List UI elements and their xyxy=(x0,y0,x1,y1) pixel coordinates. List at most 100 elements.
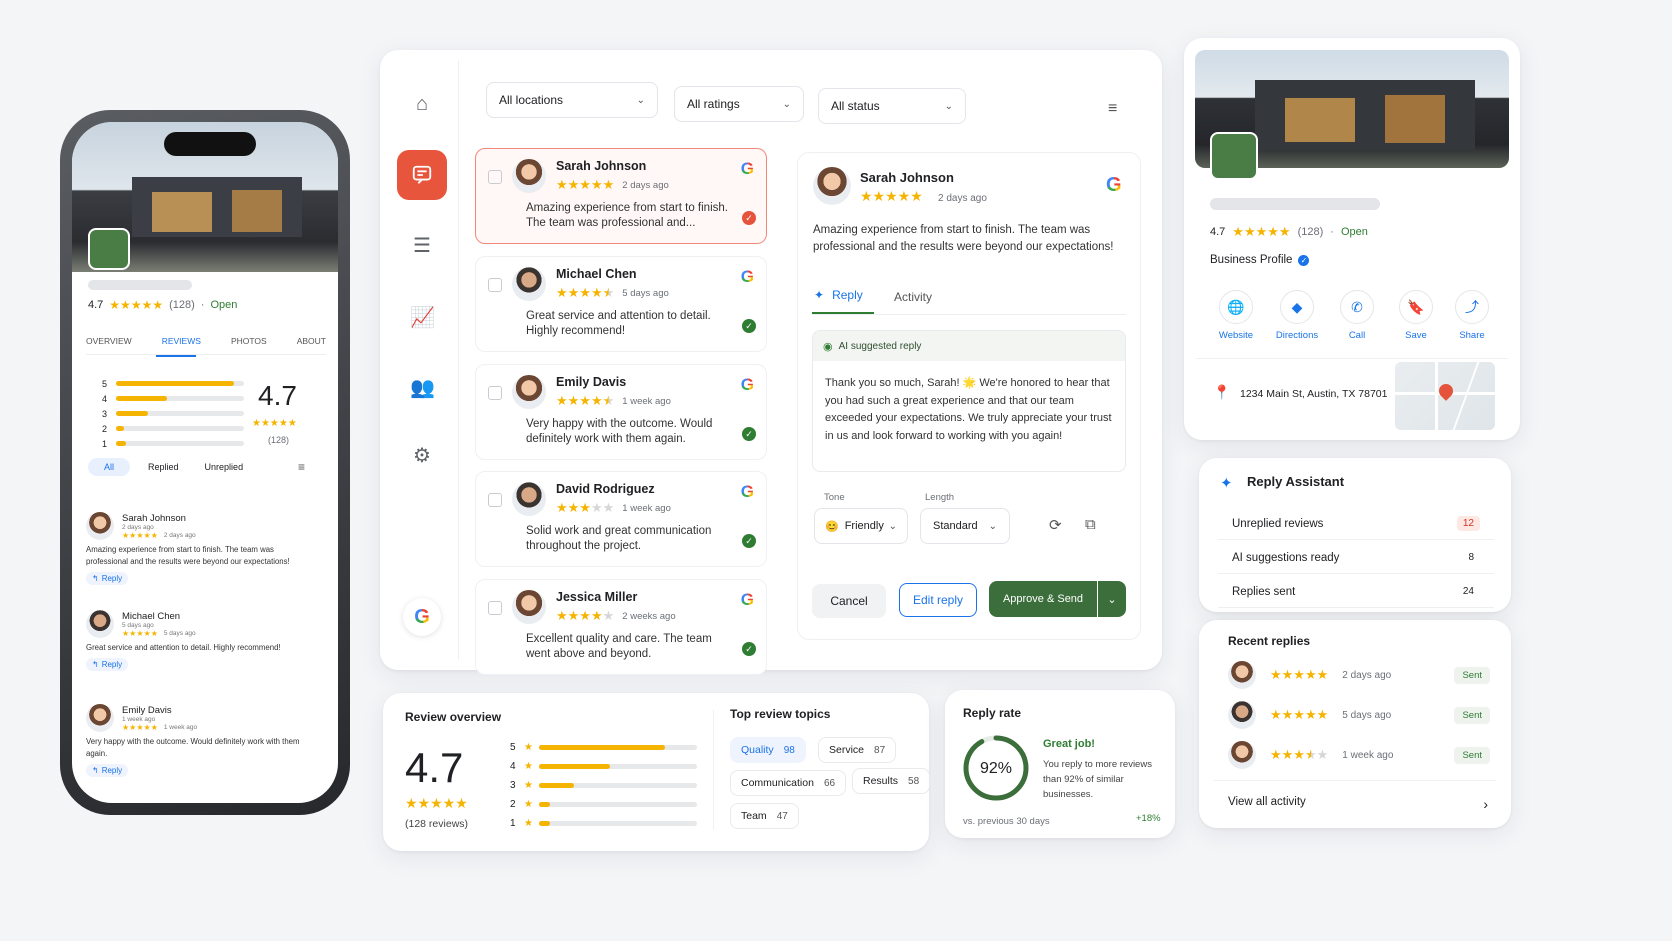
assistant-item-label: Unreplied reviews xyxy=(1232,517,1324,530)
locations-select[interactable]: All locations ⌄ xyxy=(486,82,658,118)
call-icon: ✆ xyxy=(1340,290,1374,324)
review-checkbox[interactable] xyxy=(488,170,502,184)
share-icon: ⤴ xyxy=(1455,290,1489,324)
topic-chip[interactable]: Communication 66 xyxy=(730,770,847,796)
chevron-down-icon: ⌄ xyxy=(888,520,897,532)
recent-reply-row[interactable]: ★★★★★ 1 week ago Sent xyxy=(1228,740,1490,770)
reply-rate-title: Reply rate xyxy=(963,706,1022,720)
view-all-label: View all activity xyxy=(1228,796,1306,808)
ai-suggestion-box: ◉ AI suggested reply Thank you so much, … xyxy=(812,330,1126,472)
review-checkbox[interactable] xyxy=(488,278,502,292)
phone-review-item[interactable]: Michael Chen 5 days ago ★★★★★ 5 days ago … xyxy=(86,610,310,671)
topic-chip[interactable]: Service 87 xyxy=(818,737,897,763)
approve-options-button[interactable]: ⌄ xyxy=(1098,581,1126,617)
directions-icon: ◆ xyxy=(1280,290,1314,324)
phone-tab-reviews[interactable]: REVIEWS xyxy=(162,336,201,346)
phone-reply-link[interactable]: ↰ Reply xyxy=(86,764,129,777)
google-icon: G xyxy=(740,590,754,609)
phone-tab-photos[interactable]: PHOTOS xyxy=(231,336,267,346)
action-website[interactable]: 🌐 Website xyxy=(1206,290,1266,341)
overview-count: (128 reviews) xyxy=(405,818,469,830)
approve-send-button[interactable]: Approve & Send xyxy=(989,581,1097,617)
filter-icon[interactable]: ≡ xyxy=(1108,100,1117,118)
ratings-value: All ratings xyxy=(687,97,740,111)
sidebar-divider xyxy=(458,60,459,660)
review-card[interactable]: Emily Davis ★★★★★ 1 week ago G Very happy… xyxy=(475,364,767,460)
review-stars: ★★★★★ xyxy=(556,177,615,192)
detail-tab-activity[interactable]: Activity xyxy=(894,290,932,304)
review-when: 5 days ago xyxy=(622,287,669,299)
phone-filter-replied[interactable]: Replied xyxy=(140,458,187,476)
action-share[interactable]: ⤴ Share xyxy=(1442,290,1502,341)
ratings-select[interactable]: All ratings ⌄ xyxy=(674,86,804,122)
status-select[interactable]: All status ⌄ xyxy=(818,88,966,124)
review-checkbox[interactable] xyxy=(488,601,502,615)
analytics-icon[interactable]: 📈 xyxy=(410,306,435,330)
google-icon: G xyxy=(740,375,754,394)
phone-filter-icon[interactable]: ≡ xyxy=(298,460,305,474)
settings-icon[interactable]: ⚙ xyxy=(410,444,434,468)
edit-reply-button[interactable]: Edit reply xyxy=(899,583,977,617)
phone-dist-row: 2 xyxy=(102,421,252,436)
star-icon: ★ xyxy=(524,761,533,772)
phone-filter-unreplied[interactable]: Unreplied xyxy=(197,458,252,476)
phone-reply-link[interactable]: ↰ Reply xyxy=(86,658,129,671)
length-select[interactable]: Standard ⌄ xyxy=(920,508,1010,544)
copy-icon[interactable]: ⧉ xyxy=(1085,516,1096,533)
action-directions[interactable]: ◆ Directions xyxy=(1267,290,1327,341)
phone-big-stars: ★★★★★ xyxy=(252,418,297,429)
recent-reply-row[interactable]: ★★★★★ 2 days ago Sent xyxy=(1228,660,1490,690)
phone-rating: 4.7 xyxy=(88,299,104,311)
phone-filter-all[interactable]: All xyxy=(88,458,131,476)
ai-suggested-text[interactable]: Thank you so much, Sarah! 🌟 We're honore… xyxy=(813,361,1125,459)
phone-tab-about[interactable]: ABOUT xyxy=(297,336,326,346)
tone-select[interactable]: 😊 Friendly ⌄ xyxy=(814,508,908,544)
business-profile-label: Business Profile ✓ xyxy=(1210,254,1310,266)
phone-review-item[interactable]: Emily Davis 1 week ago ★★★★★ 1 week ago V… xyxy=(86,704,310,777)
topic-chip[interactable]: Results 58 xyxy=(852,768,931,794)
dist-label: 2 xyxy=(102,423,108,434)
phone-tab-overview[interactable]: OVERVIEW xyxy=(86,336,132,346)
assistant-item[interactable]: Unreplied reviews 12 xyxy=(1218,508,1494,540)
reviewer-avatar xyxy=(512,267,546,301)
review-checkbox[interactable] xyxy=(488,493,502,507)
review-card[interactable]: David Rodriguez ★★★★★ 1 week ago G Solid … xyxy=(475,471,767,567)
phone-reply-link[interactable]: ↰ Reply xyxy=(86,572,129,585)
review-card[interactable]: Michael Chen ★★★★★ 5 days ago G Great ser… xyxy=(475,256,767,352)
review-when: 1 week ago xyxy=(622,502,671,514)
view-all-activity-link[interactable]: View all activity › xyxy=(1228,796,1488,812)
phone-business-logo xyxy=(88,228,130,270)
topic-label: Team xyxy=(741,810,767,822)
review-when: 1 week ago xyxy=(163,723,198,731)
view-all-divider xyxy=(1214,780,1496,781)
review-checkbox[interactable] xyxy=(488,386,502,400)
reviewer-avatar xyxy=(512,482,546,516)
reply-label: Reply xyxy=(101,766,123,775)
phone-review-item[interactable]: Sarah Johnson 2 days ago ★★★★★ 2 days ago… xyxy=(86,512,310,585)
review-card[interactable]: Sarah Johnson ★★★★★ 2 days ago G Amazing … xyxy=(475,148,767,244)
home-icon[interactable]: ⌂ xyxy=(410,92,434,116)
detail-tab-reply[interactable]: ✦ Reply xyxy=(814,288,863,302)
phone-rating-row: 4.7 ★★★★★ (128) · Open xyxy=(88,298,237,312)
topic-chip[interactable]: Team 47 xyxy=(730,803,799,829)
review-stars: ★★★★★ xyxy=(556,393,615,408)
review-card[interactable]: Jessica Miller ★★★★★ 2 weeks ago G Excell… xyxy=(475,579,767,675)
topic-chip[interactable]: Quality 98 xyxy=(730,737,806,763)
recent-reply-row[interactable]: ★★★★★ 5 days ago Sent xyxy=(1228,700,1490,730)
reviewer-avatar xyxy=(1228,701,1256,729)
mini-map[interactable] xyxy=(1395,362,1495,430)
reviewer-avatar xyxy=(512,590,546,624)
assistant-item[interactable]: AI suggestions ready 8 xyxy=(1218,542,1494,574)
regenerate-icon[interactable]: ⟳ xyxy=(1049,516,1062,534)
reviews-nav-button[interactable] xyxy=(397,150,447,200)
cancel-button[interactable]: Cancel xyxy=(812,584,886,618)
users-icon[interactable]: 👥 xyxy=(410,376,435,400)
action-call[interactable]: ✆ Call xyxy=(1327,290,1387,341)
google-nav-button[interactable]: G xyxy=(403,598,441,636)
action-save[interactable]: 🔖 Save xyxy=(1386,290,1446,341)
action-label: Save xyxy=(1405,330,1427,341)
assistant-item[interactable]: Replies sent 24 xyxy=(1218,576,1494,608)
reviewer-name: David Rodriguez xyxy=(556,482,655,496)
business-open: Open xyxy=(1340,226,1368,238)
list-icon[interactable]: ☰ xyxy=(410,234,434,258)
